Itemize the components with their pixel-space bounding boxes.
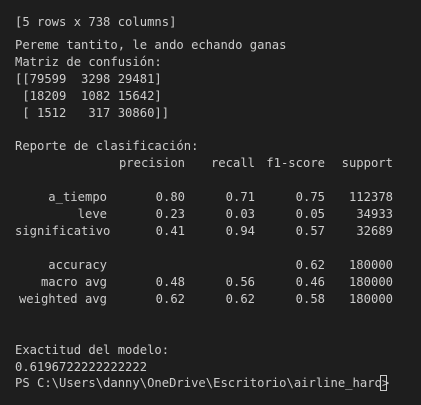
header-recall: recall bbox=[210, 156, 255, 170]
confusion-matrix-row-1: [[79599 3298 29481] bbox=[15, 72, 162, 86]
summary-cell-f1: 0.58 bbox=[295, 292, 325, 306]
report-cell-recall: 0.03 bbox=[225, 207, 255, 221]
report-cell-support: 32689 bbox=[356, 224, 393, 238]
report-title: Reporte de clasificación: bbox=[15, 139, 199, 153]
header-f1-score: f1-score bbox=[266, 156, 325, 170]
summary-cell-support: 180000 bbox=[348, 258, 393, 272]
summary-cell-recall bbox=[185, 257, 255, 274]
terminal-output[interactable]: [5 rows x 738 columns] Pereme tantito, l… bbox=[0, 0, 421, 405]
report-cell-recall: 0.71 bbox=[225, 190, 255, 204]
shell-prompt[interactable]: PS C:\Users\danny\OneDrive\Escritorio\ai… bbox=[15, 375, 397, 392]
summary-cell-recall: 0.62 bbox=[225, 292, 255, 306]
report-row-label: leve bbox=[77, 207, 107, 221]
report-cell-recall: 0.94 bbox=[225, 224, 255, 238]
accuracy-value: 0.6196722222222222 bbox=[15, 360, 148, 374]
summary-cell-f1: 0.46 bbox=[295, 275, 325, 289]
report-row-label: a_tiempo bbox=[48, 190, 107, 204]
report-row-label: significativo bbox=[15, 224, 111, 238]
report-cell-precision: 0.41 bbox=[155, 224, 185, 238]
report-cell-precision: 0.80 bbox=[155, 190, 185, 204]
summary-cell-support: 180000 bbox=[348, 292, 393, 306]
header-precision: precision bbox=[118, 156, 185, 170]
report-cell-f1: 0.57 bbox=[295, 224, 325, 238]
report-cell-f1: 0.75 bbox=[295, 190, 325, 204]
summary-cell-recall: 0.56 bbox=[225, 275, 255, 289]
summary-cell-f1: 0.62 bbox=[295, 258, 325, 272]
summary-row-label: weighted avg bbox=[18, 292, 107, 306]
report-cell-precision: 0.23 bbox=[155, 207, 185, 221]
text-cursor bbox=[380, 375, 387, 391]
rows-columns-line: [5 rows x 738 columns] bbox=[15, 15, 177, 29]
summary-cell-precision: 0.62 bbox=[155, 292, 185, 306]
report-cell-f1: 0.05 bbox=[295, 207, 325, 221]
summary-cell-support: 180000 bbox=[348, 275, 393, 289]
confusion-matrix-row-2: [18209 1082 15642] bbox=[15, 89, 162, 103]
accuracy-title: Exactitud del modelo: bbox=[15, 343, 170, 357]
summary-row-label: accuracy bbox=[48, 258, 107, 272]
confusion-matrix-row-3: [ 1512 317 30860]] bbox=[15, 106, 170, 120]
summary-cell-precision: 0.48 bbox=[155, 275, 185, 289]
summary-row-label: macro avg bbox=[40, 275, 107, 289]
wait-message-line: Pereme tantito, le ando echando ganas bbox=[15, 38, 287, 52]
confusion-matrix-title: Matriz de confusión: bbox=[15, 55, 162, 69]
header-support: support bbox=[341, 156, 393, 170]
report-cell-support: 112378 bbox=[348, 190, 393, 204]
summary-cell-precision bbox=[105, 257, 185, 274]
report-cell-support: 34933 bbox=[356, 207, 393, 221]
